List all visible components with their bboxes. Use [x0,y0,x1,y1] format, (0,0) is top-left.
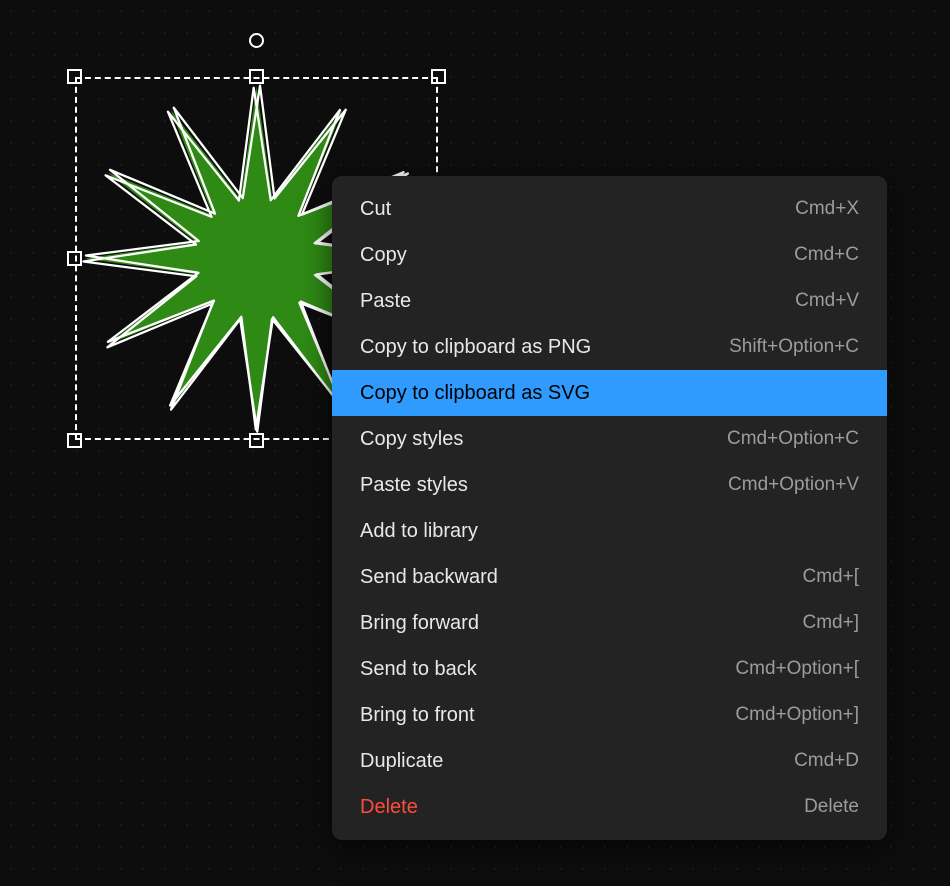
menu-item-copy-styles[interactable]: Copy styles Cmd+Option+C [332,416,887,462]
menu-item-label: Delete [360,796,418,819]
resize-handle-top-right[interactable] [431,69,446,84]
menu-item-label: Cut [360,198,391,221]
menu-item-shortcut: Cmd+Option+C [727,428,859,450]
menu-item-label: Send to back [360,658,477,681]
menu-item-label: Duplicate [360,750,443,773]
resize-handle-bottom-middle[interactable] [249,433,264,448]
menu-item-shortcut: Cmd+[ [803,566,860,588]
menu-item-shortcut: Cmd+V [795,290,859,312]
menu-item-label: Paste [360,290,411,313]
menu-item-copy-svg[interactable]: Copy to clipboard as SVG [332,370,887,416]
menu-item-delete[interactable]: Delete Delete [332,784,887,830]
menu-item-bring-forward[interactable]: Bring forward Cmd+] [332,600,887,646]
menu-item-shortcut: Cmd+C [794,244,859,266]
menu-item-label: Bring to front [360,704,475,727]
menu-item-label: Copy [360,244,407,267]
resize-handle-bottom-left[interactable] [67,433,82,448]
menu-item-label: Copy to clipboard as PNG [360,336,591,359]
menu-item-shortcut: Cmd+Option+V [728,474,859,496]
resize-handle-top-left[interactable] [67,69,82,84]
resize-handle-middle-left[interactable] [67,251,82,266]
menu-item-label: Send backward [360,566,498,589]
menu-item-duplicate[interactable]: Duplicate Cmd+D [332,738,887,784]
menu-item-label: Copy styles [360,428,463,451]
menu-item-send-to-back[interactable]: Send to back Cmd+Option+[ [332,646,887,692]
menu-item-label: Paste styles [360,474,468,497]
resize-handle-top-middle[interactable] [249,69,264,84]
menu-item-shortcut: Cmd+Option+] [735,704,859,726]
menu-item-cut[interactable]: Cut Cmd+X [332,186,887,232]
rotation-handle[interactable] [249,33,264,48]
menu-item-send-backward[interactable]: Send backward Cmd+[ [332,554,887,600]
menu-item-shortcut: Cmd+X [795,198,859,220]
menu-item-shortcut: Delete [804,796,859,818]
menu-item-shortcut: Cmd+Option+[ [735,658,859,680]
menu-item-label: Copy to clipboard as SVG [360,382,590,405]
menu-item-shortcut: Shift+Option+C [729,336,859,358]
menu-item-library-add[interactable]: Add to library [332,508,887,554]
menu-item-bring-to-front[interactable]: Bring to front Cmd+Option+] [332,692,887,738]
menu-item-copy-png[interactable]: Copy to clipboard as PNG Shift+Option+C [332,324,887,370]
menu-item-shortcut: Cmd+D [794,750,859,772]
menu-item-paste-styles[interactable]: Paste styles Cmd+Option+V [332,462,887,508]
menu-item-label: Add to library [360,520,478,543]
menu-item-copy[interactable]: Copy Cmd+C [332,232,887,278]
menu-item-paste[interactable]: Paste Cmd+V [332,278,887,324]
menu-item-label: Bring forward [360,612,479,635]
menu-item-shortcut: Cmd+] [803,612,860,634]
context-menu[interactable]: Cut Cmd+X Copy Cmd+C Paste Cmd+V Copy to clipb… [332,176,887,840]
